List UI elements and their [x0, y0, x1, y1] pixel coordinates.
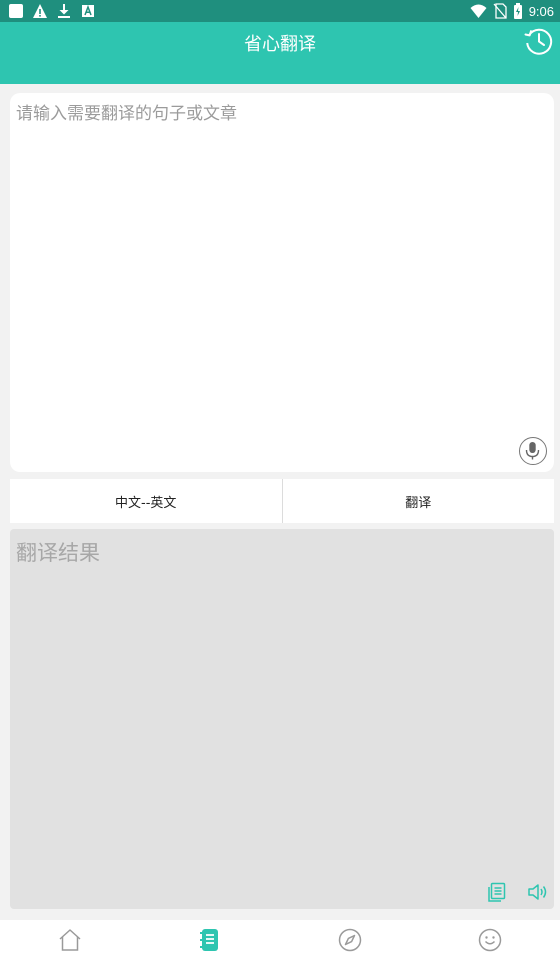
clock-time: 9:06	[528, 3, 554, 19]
warning-icon	[33, 4, 47, 18]
no-sim-icon	[493, 3, 507, 19]
nav-profile[interactable]	[420, 920, 560, 960]
speaker-icon[interactable]	[526, 880, 550, 904]
microphone-icon	[525, 442, 540, 460]
app-bar: 省心翻译	[0, 22, 560, 84]
bottom-nav	[0, 920, 560, 960]
language-pair-button[interactable]: 中文--英文	[10, 479, 282, 523]
home-icon	[59, 929, 81, 951]
system-icons: 9:06	[470, 3, 554, 19]
app-notification-icon	[9, 4, 23, 18]
voice-input-button[interactable]	[519, 437, 547, 465]
input-card	[10, 93, 554, 472]
result-card: 翻译结果	[10, 529, 554, 909]
history-icon[interactable]	[524, 26, 554, 56]
translation-result: 翻译结果	[16, 541, 100, 565]
download-icon	[58, 4, 70, 18]
action-row: 中文--英文 翻译	[10, 479, 554, 523]
page-title: 省心翻译	[244, 34, 316, 55]
status-bar: 9:06	[0, 0, 560, 22]
source-text-input[interactable]	[16, 99, 546, 429]
battery-icon	[513, 3, 522, 19]
nav-discover[interactable]	[280, 920, 420, 960]
copy-icon[interactable]	[485, 880, 509, 904]
nav-translate[interactable]	[140, 920, 280, 960]
translate-book-icon	[200, 929, 218, 951]
wifi-icon	[470, 4, 487, 18]
compass-icon	[338, 928, 362, 952]
translate-button[interactable]: 翻译	[282, 479, 554, 523]
smiley-icon	[478, 928, 502, 952]
nav-home[interactable]	[0, 920, 140, 960]
keyboard-a-icon	[82, 4, 94, 17]
notification-icons	[8, 3, 96, 19]
